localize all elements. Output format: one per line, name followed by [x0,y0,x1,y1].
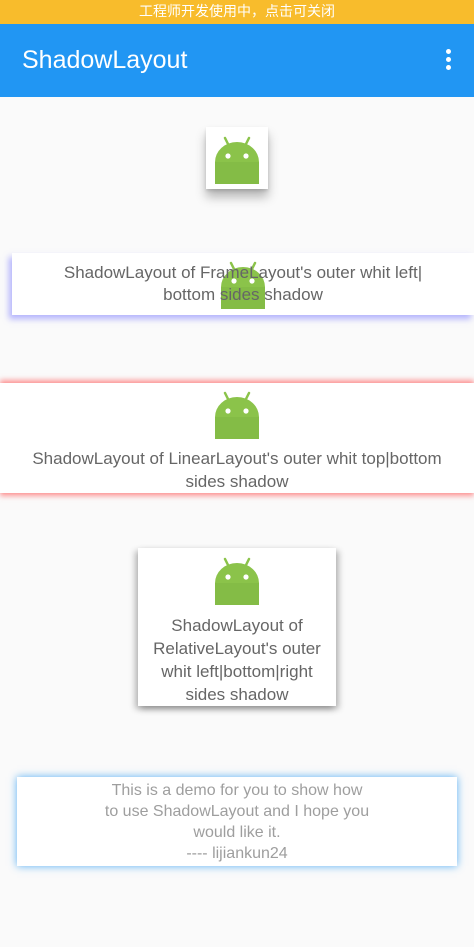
dev-mode-banner[interactable]: 工程师开发使用中，点击可关闭 [0,0,474,24]
android-icon [211,387,263,439]
android-icon [211,553,263,605]
demo-note-text: This is a demo for you to show how to us… [104,782,370,862]
card-description: ShadowLayout of RelativeLayout's outer w… [153,616,321,704]
shadow-card-demo-note: This is a demo for you to show how to us… [17,777,457,866]
shadow-card-linearlayout: ShadowLayout of LinearLayout's outer whi… [0,383,474,493]
card-description: ShadowLayout of LinearLayout's outer whi… [32,449,442,491]
more-vert-icon[interactable] [436,46,460,74]
android-icon [211,132,263,184]
shadow-card-icon-only [206,127,268,189]
app-title: ShadowLayout [22,46,188,74]
app-bar: ShadowLayout [0,24,474,97]
content-area: ShadowLayout of FrameLayout's outer whit… [0,97,474,947]
shadow-card-framelayout: ShadowLayout of FrameLayout's outer whit… [12,253,474,315]
card-description: ShadowLayout of FrameLayout's outer whit… [63,263,423,304]
shadow-card-relativelayout: ShadowLayout of RelativeLayout's outer w… [138,548,336,706]
